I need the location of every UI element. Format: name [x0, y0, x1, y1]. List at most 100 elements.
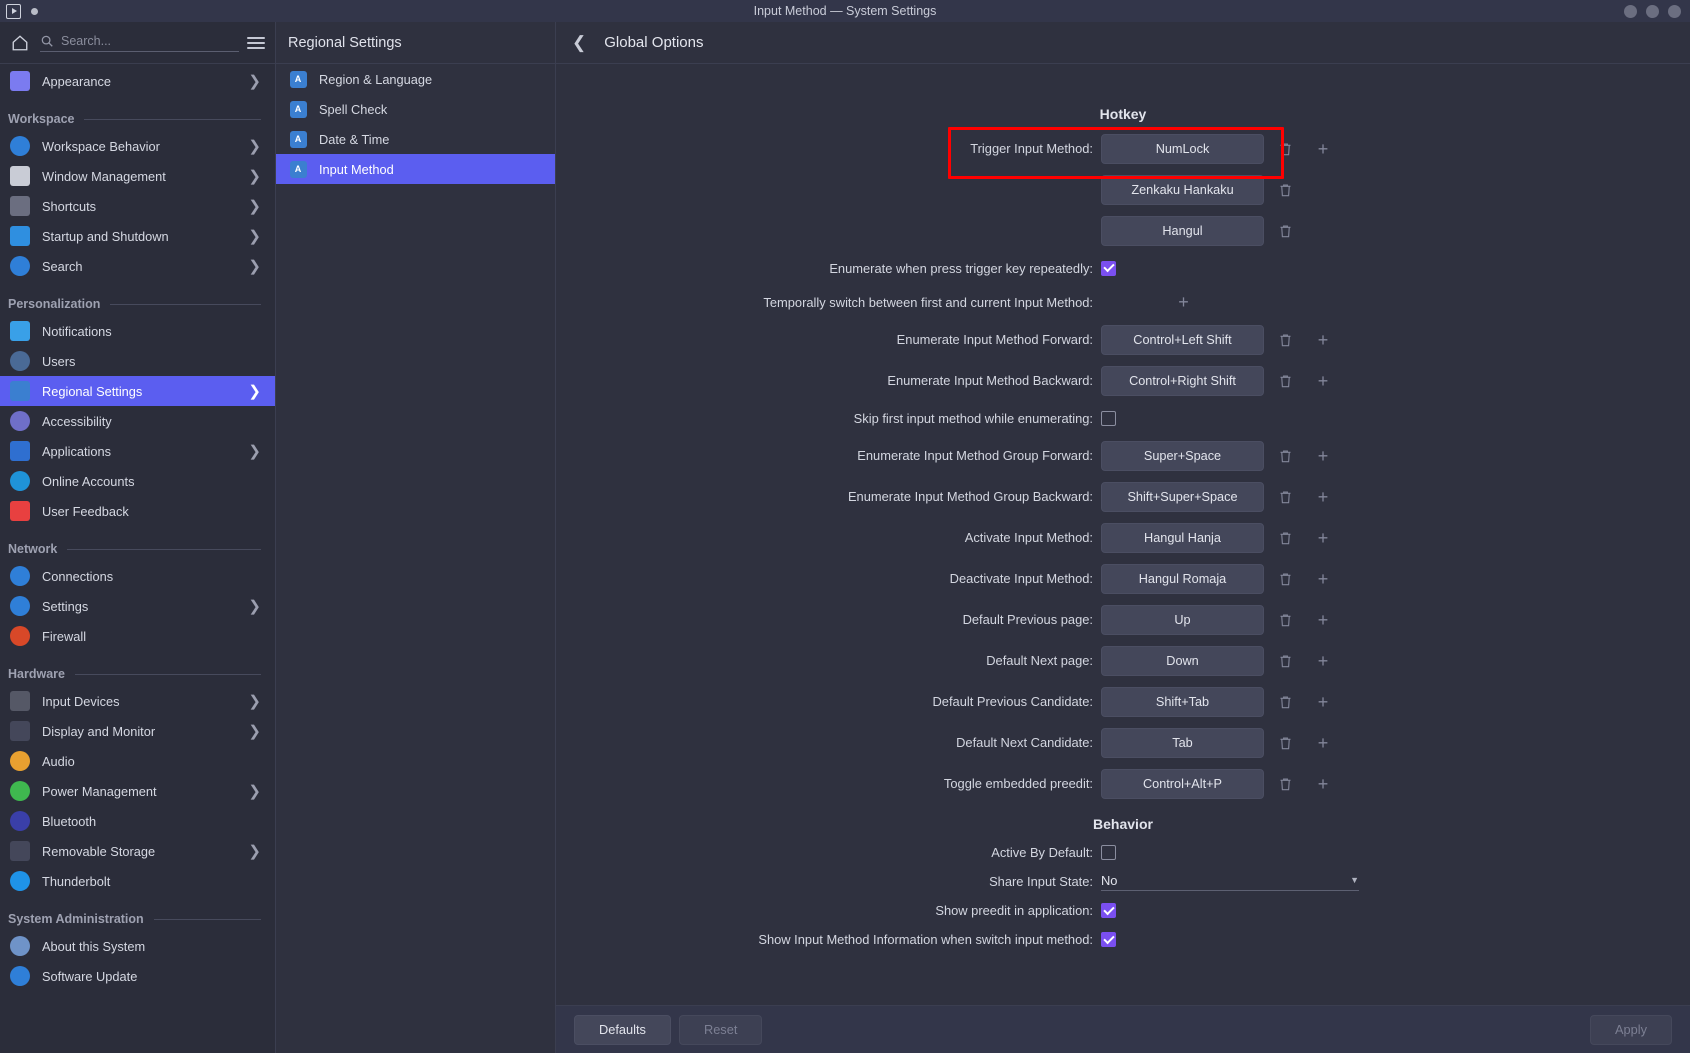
sidebar-item-bluetooth[interactable]: Bluetooth — [0, 806, 275, 836]
hotkey-default-next-page-delete-button[interactable] — [1266, 653, 1304, 669]
sidebar-list[interactable]: Appearance ❯ Workspace Workspace Behavior ❯ W… — [0, 64, 275, 1053]
hotkey-enumerate-input-method-group-backward-delete-button[interactable] — [1266, 489, 1304, 505]
hotkey-default-previous-page-delete-button[interactable] — [1266, 612, 1304, 628]
workspace-behavior-icon — [10, 136, 30, 156]
sidebar-item-appearance[interactable]: Appearance ❯ — [0, 66, 275, 96]
reset-button[interactable]: Reset — [678, 1014, 763, 1045]
hotkey-default-next-page-value-button[interactable]: Down — [1101, 645, 1264, 676]
hotkey-enumerate-input-method-group-backward-value-button[interactable]: Shift+Super+Space — [1101, 481, 1264, 512]
hotkey-enumerate-input-method-group-forward-add-button[interactable]: + — [1304, 447, 1342, 465]
sidebar-item-label: Bluetooth — [42, 813, 97, 829]
sidebar-item-firewall[interactable]: Firewall — [0, 621, 275, 651]
active-by-default-label: Active By Default: — [991, 845, 1093, 860]
trigger-add-0[interactable]: + — [1304, 140, 1342, 158]
sidebar-item-power-management[interactable]: Power Management ❯ — [0, 776, 275, 806]
search-input[interactable]: Search... — [40, 34, 239, 52]
sidebar-item-workspace-behavior[interactable]: Workspace Behavior ❯ — [0, 131, 275, 161]
hotkey-activate-input-method-value-button[interactable]: Hangul Hanja — [1101, 522, 1264, 553]
media-play-icon[interactable] — [6, 3, 21, 19]
back-chevron-icon[interactable]: ❮ — [572, 34, 586, 51]
hotkey-default-next-page-add-button[interactable]: + — [1304, 652, 1342, 670]
home-icon[interactable] — [8, 31, 32, 55]
hotkey-default-next-candidate-delete-button[interactable] — [1266, 735, 1304, 751]
sidebar-item-notifications[interactable]: Notifications — [0, 316, 275, 346]
maximize-button[interactable] — [1646, 4, 1659, 18]
hotkey-toggle-embedded-preedit-value-button[interactable]: Control+Alt+P — [1101, 768, 1264, 799]
trigger-key-button-2[interactable]: Hangul — [1101, 215, 1264, 246]
hotkey-default-previous-page-add-button[interactable]: + — [1304, 611, 1342, 629]
temporal-switch-add[interactable]: + — [1178, 292, 1189, 313]
defaults-button[interactable]: Defaults — [574, 1014, 671, 1045]
hotkey-enumerate-input-method-group-forward-delete-button[interactable] — [1266, 448, 1304, 464]
skip-first-checkbox[interactable] — [1101, 410, 1116, 426]
regional-item-input-method[interactable]: A Input Method — [276, 154, 555, 184]
share-input-state-select[interactable]: No ▼ — [1101, 873, 1359, 891]
regional-item-region-language[interactable]: A Region & Language — [276, 64, 555, 94]
trigger-delete-1[interactable] — [1266, 182, 1304, 198]
hotkey-activate-input-method-delete-button[interactable] — [1266, 530, 1304, 546]
regional-item-date-time[interactable]: A Date & Time — [276, 124, 555, 154]
trigger-delete-2[interactable] — [1266, 223, 1304, 239]
trigger-key-button-0[interactable]: NumLock — [1101, 133, 1264, 164]
sidebar-item-connections[interactable]: Connections — [0, 561, 275, 591]
sidebar-item-display-and-monitor[interactable]: Display and Monitor ❯ — [0, 716, 275, 746]
sidebar-item-applications[interactable]: Applications ❯ — [0, 436, 275, 466]
hotkey-toggle-embedded-preedit-add-button[interactable]: + — [1304, 775, 1342, 793]
sidebar-item-software-update[interactable]: Software Update — [0, 961, 275, 991]
sidebar-item-startup-and-shutdown[interactable]: Startup and Shutdown ❯ — [0, 221, 275, 251]
hotkey-enumerate-input-method-forward-delete-button[interactable] — [1266, 332, 1304, 348]
regional-item-spell-check[interactable]: A Spell Check — [276, 94, 555, 124]
hotkey-default-previous-candidate-value-button[interactable]: Shift+Tab — [1101, 686, 1264, 717]
hotkey-deactivate-input-method-delete-button[interactable] — [1266, 571, 1304, 587]
hotkey-enumerate-input-method-group-backward-add-button[interactable]: + — [1304, 488, 1342, 506]
hotkey-activate-input-method-label: Activate Input Method: — [964, 530, 1093, 545]
hotkey-activate-input-method-add-button[interactable]: + — [1304, 529, 1342, 547]
sidebar-item-user-feedback[interactable]: User Feedback — [0, 496, 275, 526]
hotkey-default-next-candidate-value-button[interactable]: Tab — [1101, 727, 1264, 758]
show-info-checkbox[interactable] — [1101, 932, 1116, 947]
network-settings-icon — [10, 596, 30, 616]
sidebar-item-window-management[interactable]: Window Management ❯ — [0, 161, 275, 191]
close-button[interactable] — [1668, 4, 1681, 18]
sidebar-item-users[interactable]: Users — [0, 346, 275, 376]
hotkey-enumerate-input-method-forward-value-button[interactable]: Control+Left Shift — [1101, 324, 1264, 355]
trigger-delete-0[interactable] — [1266, 141, 1304, 157]
hotkey-default-previous-page-value-button[interactable]: Up — [1101, 604, 1264, 635]
hotkey-enumerate-input-method-group-forward-value-button[interactable]: Super+Space — [1101, 440, 1264, 471]
hotkey-default-next-candidate-add-button[interactable]: + — [1304, 734, 1342, 752]
hotkey-enumerate-input-method-backward-delete-button[interactable] — [1266, 373, 1304, 389]
sidebar-item-settings[interactable]: Settings ❯ — [0, 591, 275, 621]
hotkey-enumerate-input-method-backward-value-button[interactable]: Control+Right Shift — [1101, 365, 1264, 396]
regional-settings-list[interactable]: A Region & Language A Spell Check A Date & Ti… — [276, 64, 555, 184]
hotkey-deactivate-input-method-value-button[interactable]: Hangul Romaja — [1101, 563, 1264, 594]
page-title: Global Options — [604, 34, 704, 51]
sidebar-item-regional-settings[interactable]: Regional Settings ❯ — [0, 376, 275, 406]
sidebar-item-about-this-system[interactable]: About this System — [0, 931, 275, 961]
hotkey-toggle-embedded-preedit-delete-button[interactable] — [1266, 776, 1304, 792]
hotkey-deactivate-input-method-add-button[interactable]: + — [1304, 570, 1342, 588]
sidebar-item-search[interactable]: Search ❯ — [0, 251, 275, 281]
sidebar-item-online-accounts[interactable]: Online Accounts — [0, 466, 275, 496]
sidebar-item-removable-storage[interactable]: Removable Storage ❯ — [0, 836, 275, 866]
active-by-default-checkbox[interactable] — [1101, 845, 1116, 860]
sidebar-item-label: Software Update — [42, 968, 138, 984]
sidebar-item-thunderbolt[interactable]: Thunderbolt — [0, 866, 275, 896]
sidebar-item-accessibility[interactable]: Accessibility — [0, 406, 275, 436]
trash-icon — [1280, 736, 1290, 749]
sidebar-item-input-devices[interactable]: Input Devices ❯ — [0, 686, 275, 716]
sidebar-item-audio[interactable]: Audio — [0, 746, 275, 776]
trigger-key-button-1[interactable]: Zenkaku Hankaku — [1101, 174, 1264, 205]
hotkey-enumerate-input-method-forward-add-button[interactable]: + — [1304, 331, 1342, 349]
hotkey-enumerate-input-method-backward-add-button[interactable]: + — [1304, 372, 1342, 390]
sidebar-item-shortcuts[interactable]: Shortcuts ❯ — [0, 191, 275, 221]
apply-button[interactable]: Apply — [1589, 1014, 1672, 1045]
hotkey-enumerate-input-method-group-forward-row: Enumerate Input Method Group Forward: Sup… — [556, 435, 1690, 476]
show-preedit-checkbox[interactable] — [1101, 903, 1116, 918]
hotkey-default-previous-candidate-delete-button[interactable] — [1266, 694, 1304, 710]
hamburger-icon[interactable] — [247, 36, 265, 49]
minimize-button[interactable] — [1624, 4, 1637, 18]
title-bar-left-icons — [0, 3, 38, 19]
hotkey-default-previous-candidate-add-button[interactable]: + — [1304, 693, 1342, 711]
sidebar-item-label: Display and Monitor — [42, 723, 156, 739]
enumerate-repeat-checkbox[interactable] — [1101, 260, 1116, 276]
